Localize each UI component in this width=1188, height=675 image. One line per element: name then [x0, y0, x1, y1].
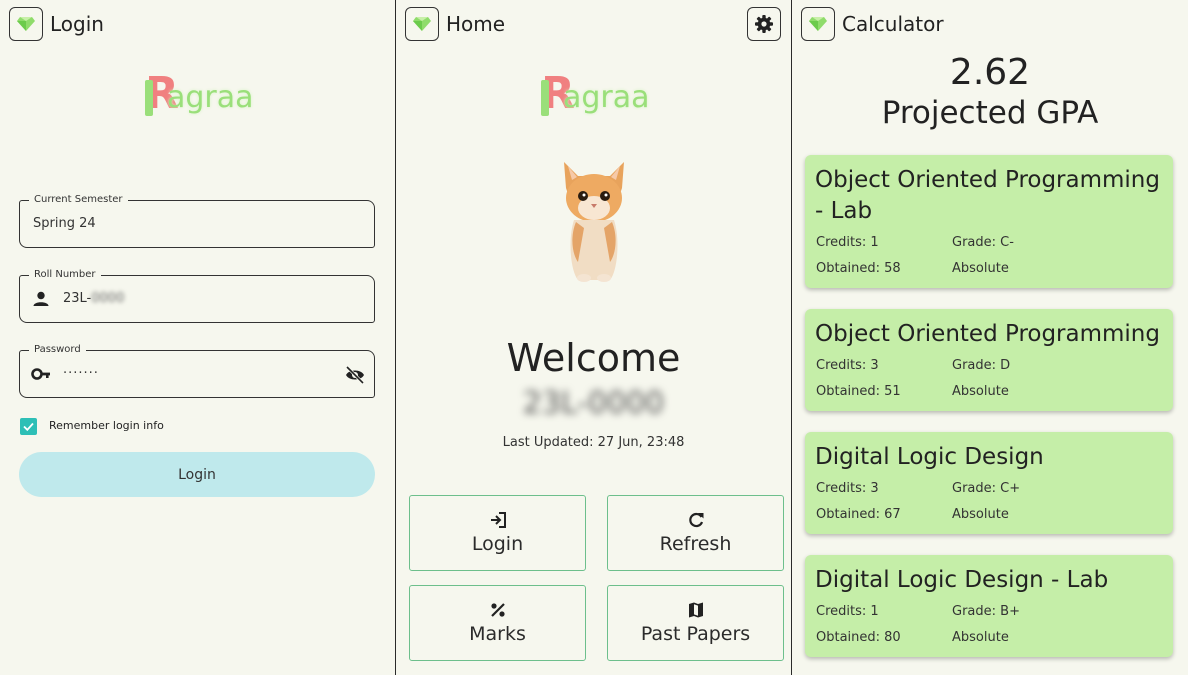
tile-label: Login [471, 533, 524, 555]
course-grade: Grade: D [952, 358, 1011, 373]
map-icon [688, 602, 703, 618]
check-icon [23, 422, 34, 432]
welcome-heading: Welcome [506, 336, 681, 380]
page-title: Home [446, 12, 506, 36]
tile-past-papers[interactable]: Past Papers [607, 585, 784, 661]
home-panel: Home R agraa Welcome 23L-0000 Last Updat… [396, 0, 791, 675]
person-icon [33, 291, 49, 306]
course-card[interactable]: Digital Logic Design Credits: 3 Grade: C… [805, 432, 1173, 534]
course-obtained: Obtained: 51 [816, 384, 901, 399]
semester-field[interactable]: Current Semester Spring 24 [19, 194, 375, 248]
app-logo: R agraa [541, 68, 650, 119]
course-name: Digital Logic Design - Lab [815, 567, 1109, 593]
password-input[interactable]: ······· [63, 366, 99, 381]
course-grade: Grade: B+ [952, 604, 1020, 619]
course-credits: Credits: 3 [816, 481, 879, 496]
gem-icon [809, 17, 827, 31]
calculator-panel: Calculator 2.62 Projected GPA Object Ori… [792, 0, 1188, 675]
page-title: Calculator [842, 12, 944, 36]
password-label: Password [29, 344, 86, 356]
course-credits: Credits: 3 [816, 358, 879, 373]
app-menu-button[interactable] [801, 7, 835, 41]
roll-number-input[interactable]: 23L-0000 [63, 291, 124, 306]
semester-label: Current Semester [29, 194, 128, 206]
last-updated: Last Updated: 27 Jun, 23:48 [502, 435, 685, 450]
gem-icon [413, 17, 431, 31]
course-type: Absolute [952, 507, 1009, 522]
course-card[interactable]: Digital Logic Design - Lab Credits: 1 Gr… [805, 555, 1173, 657]
gem-icon [17, 17, 35, 31]
login-icon [490, 512, 506, 528]
course-name: Digital Logic Design [815, 444, 1044, 470]
course-grade: Grade: C- [952, 235, 1014, 250]
remember-label: Remember login info [49, 419, 164, 432]
tile-label: Marks [469, 623, 526, 645]
remember-checkbox[interactable] [20, 418, 37, 435]
key-icon [31, 368, 50, 380]
course-name: Object Oriented Programming - Lab [815, 167, 1160, 224]
settings-button[interactable] [747, 7, 781, 41]
roll-number-field[interactable]: Roll Number 23L-0000 [19, 269, 375, 323]
tile-marks[interactable]: Marks [409, 585, 586, 661]
tile-label: Past Papers [640, 623, 751, 645]
course-grade: Grade: C+ [952, 481, 1021, 496]
gpa-value: 2.62 [949, 52, 1031, 93]
course-credits: Credits: 1 [816, 604, 879, 619]
visibility-off-icon[interactable] [345, 365, 365, 385]
roll-number-label: Roll Number [29, 269, 101, 281]
user-name: 23L-0000 [522, 386, 665, 421]
course-type: Absolute [952, 384, 1009, 399]
app-menu-button[interactable] [9, 7, 43, 41]
login-button[interactable]: Login [19, 452, 375, 497]
tile-label: Refresh [659, 533, 732, 555]
course-type: Absolute [952, 261, 1009, 276]
course-type: Absolute [952, 630, 1009, 645]
course-obtained: Obtained: 80 [816, 630, 901, 645]
tile-refresh[interactable]: Refresh [607, 495, 784, 571]
password-field[interactable]: Password ······· [19, 344, 375, 398]
gpa-label: Projected GPA [881, 95, 1099, 131]
refresh-icon [688, 512, 703, 528]
course-card[interactable]: Object Oriented Programming Credits: 3 G… [805, 309, 1173, 411]
course-credits: Credits: 1 [816, 235, 879, 250]
cat-image [564, 162, 624, 282]
course-card[interactable]: Object Oriented Programming - Lab Credit… [805, 155, 1173, 288]
login-panel: Login R agraa Current Semester Spring 24… [0, 0, 395, 675]
page-title: Login [50, 12, 104, 36]
semester-value: Spring 24 [33, 216, 96, 231]
course-name: Object Oriented Programming [815, 321, 1160, 347]
percent-icon [490, 603, 505, 617]
app-logo: R agraa [145, 68, 254, 119]
course-obtained: Obtained: 67 [816, 507, 901, 522]
app-menu-button[interactable] [405, 7, 439, 41]
course-obtained: Obtained: 58 [816, 261, 901, 276]
gear-icon [755, 15, 773, 33]
tile-login[interactable]: Login [409, 495, 586, 571]
